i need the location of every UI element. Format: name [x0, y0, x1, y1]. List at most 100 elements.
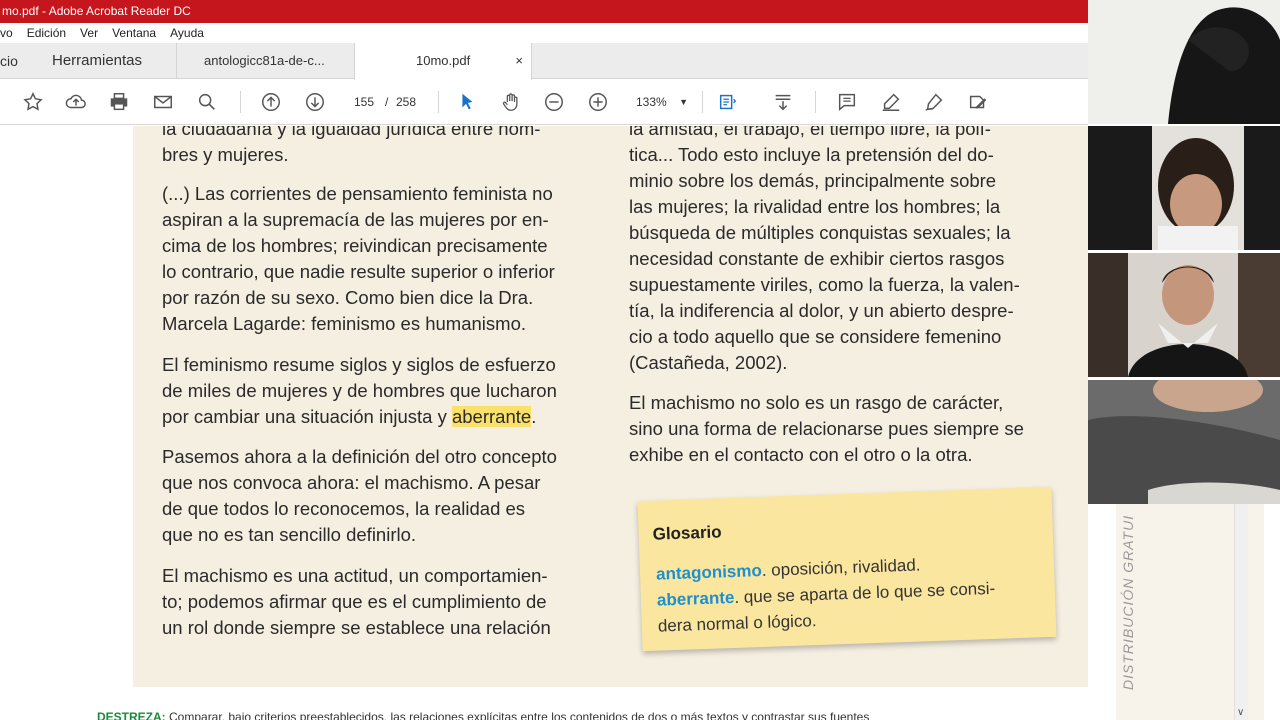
vertical-scrollbar[interactable]: ∨ [1234, 504, 1248, 720]
glossary-entry-continued: dera normal o lógico. [657, 611, 817, 636]
text-line: la amistad, el trabajo, el tiempo libre,… [629, 126, 991, 139]
glossary-box: Glosario antagonismo. oposición, rivalid… [637, 486, 1057, 652]
glossary-definition: . que se aparta de lo que se consi- [734, 578, 996, 607]
text-line: necesidad constante de exhibir ciertos r… [629, 248, 1005, 269]
participant-video[interactable] [1088, 0, 1280, 124]
skill-footer: DESTREZA: Comparar, bajo criterios prees… [97, 710, 1088, 720]
previous-page-icon[interactable] [259, 90, 283, 114]
text-line: búsqueda de múltiples conquistas sexuale… [629, 222, 1011, 243]
paragraph: la ciudadanía y la igualdad jurídica ent… [162, 126, 596, 168]
paragraph: Pasemos ahora a la definición del otro c… [162, 444, 596, 548]
menu-edit[interactable]: Edición [20, 23, 73, 43]
text-line: sino una forma de relacionarse pues siem… [629, 418, 1024, 439]
menu-help[interactable]: Ayuda [163, 23, 211, 43]
zoom-in-icon[interactable] [586, 90, 610, 114]
tab-document-10mo-label: 10mo.pdf [416, 53, 471, 68]
highlighted-word[interactable]: aberrante [451, 406, 532, 427]
close-tab-icon[interactable]: × [515, 43, 523, 79]
print-icon[interactable] [107, 90, 131, 114]
tab-bar: cio Herramientas antologicc81a-de-c... 1… [0, 43, 1088, 80]
glossary-entry: aberrante. que se aparta de lo que se co… [657, 579, 996, 611]
window-title: mo.pdf - Adobe Acrobat Reader DC [2, 4, 191, 18]
paragraph: El feminismo resume siglos y siglos de e… [162, 352, 596, 430]
search-icon[interactable] [195, 90, 219, 114]
skill-text: Comparar, bajo criterios preestablecidos… [165, 710, 870, 720]
toolbar-separator [815, 91, 816, 113]
text-line: por cambiar una situación injusta y aber… [162, 404, 596, 430]
highlight-pen-icon[interactable] [879, 90, 903, 114]
text-line: exhibe en el contacto con el otro o la o… [629, 444, 973, 465]
tab-home[interactable]: cio [0, 43, 20, 79]
glossary-entry: antagonismo. oposición, rivalidad. [656, 555, 921, 584]
page-number-input[interactable]: 155 [344, 91, 384, 113]
chevron-down-icon[interactable]: ∨ [1237, 707, 1244, 718]
text-line: lo contrario, que nadie resulte superior… [162, 261, 555, 282]
text-line: (Castañeda, 2002). [629, 352, 788, 373]
text-line: El machismo no solo es un rasgo de carác… [629, 392, 1004, 413]
glossary-definition: . oposición, rivalidad. [761, 555, 921, 580]
text-line: to; podemos afirmar que es el cumplimien… [162, 591, 547, 612]
text-line: El machismo es una actitud, un comportam… [162, 565, 548, 586]
text-line: de que todos lo reconocemos, la realidad… [162, 498, 526, 519]
fill-sign-icon[interactable] [966, 90, 990, 114]
menu-file[interactable]: vo [0, 23, 20, 43]
toolbar-separator [240, 91, 241, 113]
text-line: El feminismo resume siglos y siglos de e… [162, 354, 556, 375]
text-segment: por cambiar una situación injusta y [162, 406, 452, 427]
participant-video[interactable] [1088, 380, 1280, 504]
participant-video[interactable] [1088, 253, 1280, 377]
text-line: bres y mujeres. [162, 144, 289, 165]
paragraph: El machismo es una actitud, un comportam… [162, 563, 596, 641]
tab-document-10mo[interactable]: 10mo.pdf × [354, 43, 532, 80]
page-separator: / [385, 95, 389, 109]
paragraph: El machismo no solo es un rasgo de carác… [629, 390, 1062, 468]
select-pointer-icon[interactable] [455, 90, 479, 114]
text-line: las mujeres; la rivalidad entre los homb… [629, 196, 1001, 217]
text-line: (...) Las corrientes de pensamiento femi… [162, 183, 553, 204]
bookmark-star-icon[interactable] [21, 90, 45, 114]
text-line: Marcela Lagarde: feminismo es humanismo. [162, 313, 526, 334]
paragraph: (...) Las corrientes de pensamiento femi… [162, 181, 596, 337]
text-line: cio a todo aquello que se considere feme… [629, 326, 1002, 347]
text-line: que nos convoca ahora: el machismo. A pe… [162, 472, 541, 493]
text-line: tica... Todo esto incluye la pretensión … [629, 144, 994, 165]
text-line: tía, la indiferencia al dolor, y un abie… [629, 300, 1014, 321]
text-line: cima de los hombres; reivindican precisa… [162, 235, 548, 256]
toolbar-separator [702, 91, 703, 113]
tab-tools[interactable]: Herramientas [52, 43, 172, 79]
skill-label: DESTREZA: [97, 710, 166, 720]
text-line: un rol donde siempre se establece una re… [162, 617, 551, 638]
upload-cloud-icon[interactable] [64, 90, 88, 114]
fit-page-icon[interactable] [716, 90, 740, 114]
text-line: por razón de su sexo. Como bien dice la … [162, 287, 534, 308]
text-line: Pasemos ahora a la definición del otro c… [162, 446, 557, 467]
comment-icon[interactable] [835, 90, 859, 114]
text-line: la ciudadanía y la igualdad jurídica ent… [162, 126, 541, 139]
glossary-term: antagonismo [655, 560, 763, 584]
scroll-mode-icon[interactable] [771, 90, 795, 114]
participant-video[interactable] [1088, 126, 1280, 250]
menu-bar: vo Edición Ver Ventana Ayuda [0, 23, 1088, 43]
email-icon[interactable] [151, 90, 175, 114]
document-viewport[interactable]: la ciudadanía y la igualdad jurídica ent… [0, 126, 1088, 720]
page-total: 258 [396, 95, 417, 109]
zoom-level-select[interactable]: 133% ▼ [628, 91, 692, 113]
glossary-term: aberrante [656, 587, 735, 610]
hand-tool-icon[interactable] [499, 90, 523, 114]
menu-view[interactable]: Ver [73, 23, 105, 43]
side-vertical-label: DISTRIBUCIÓN GRATUI [1120, 514, 1136, 690]
text-segment: . [531, 406, 537, 427]
text-line: minio sobre los demás, principalmente so… [629, 170, 997, 191]
window-title-bar: mo.pdf - Adobe Acrobat Reader DC [0, 0, 1088, 23]
text-line: aspiran a la supremacía de las mujeres p… [162, 209, 549, 230]
glossary-title: Glosario [652, 522, 722, 544]
chevron-down-icon: ▼ [679, 97, 688, 107]
zoom-out-icon[interactable] [542, 90, 566, 114]
text-line: de miles de mujeres y de hombres que luc… [162, 380, 557, 401]
menu-window[interactable]: Ventana [105, 23, 163, 43]
tab-document-antologia[interactable]: antologicc81a-de-c... [176, 43, 354, 79]
next-page-icon[interactable] [303, 90, 327, 114]
sign-pen-icon[interactable] [922, 90, 946, 114]
paragraph: la amistad, el trabajo, el tiempo libre,… [629, 126, 1062, 376]
text-line: supuestamente viriles, como la fuerza, l… [629, 274, 1020, 295]
